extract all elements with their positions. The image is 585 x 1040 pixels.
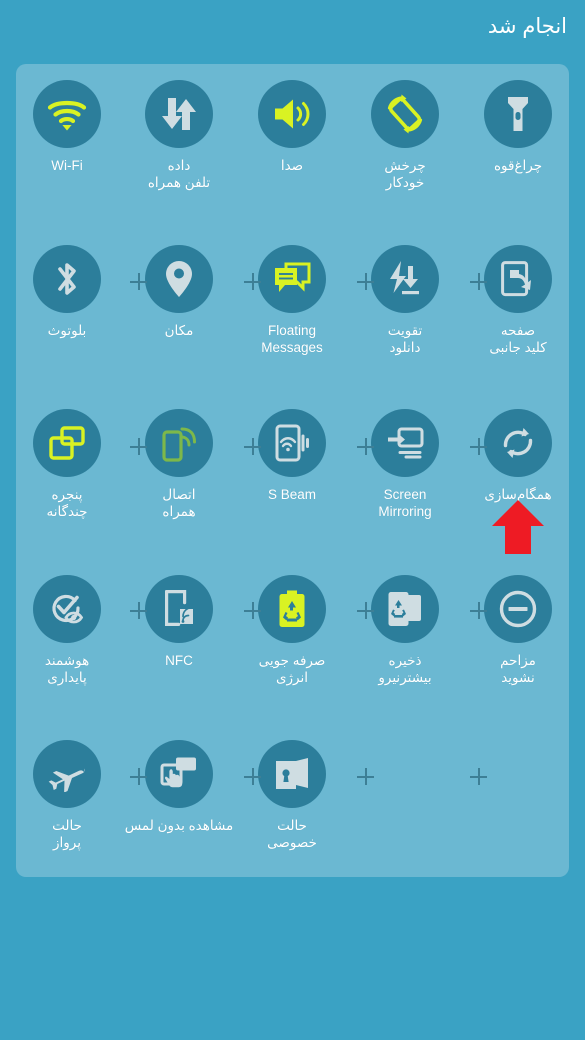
quick-setting-tile-mobile-data[interactable]: داده تلفن همراه [124,80,234,191]
tile-label-side-key-panel: صفحه کلید جانبی [489,323,547,355]
do-not-disturb-icon[interactable] [484,575,552,643]
quick-setting-tile-air-view[interactable]: مشاهده بدون لمس [124,740,234,834]
tile-label-location: مکان [164,323,194,338]
grid-separator-plus-icon [357,438,374,455]
floating-messages-icon[interactable] [258,245,326,313]
quick-setting-tile-smart-stay[interactable]: هوشمند پایداری [12,575,122,686]
done-button[interactable]: انجام شد [488,14,567,40]
tile-label-floating-messages: Floating Messages [261,323,323,355]
sound-icon[interactable] [258,80,326,148]
tile-label-power-saving: صرفه جویی انرژی [258,653,326,685]
screen-mirroring-icon[interactable] [371,409,439,477]
airplane-icon[interactable] [33,740,101,808]
quick-setting-tile-location[interactable]: مکان [124,245,234,339]
quick-setting-tile-nfc[interactable]: NFC [124,575,234,669]
quick-setting-tile-sound[interactable]: صدا [237,80,347,174]
side-key-panel-icon[interactable] [484,245,552,313]
quick-setting-tile-flashlight[interactable]: چراغ‌قوه [463,80,573,174]
grid-separator-plus-icon [357,768,374,785]
sync-icon[interactable] [484,409,552,477]
grid-separator-plus-icon [357,602,374,619]
tile-label-download-booster: تقویت دانلود [387,323,423,355]
quick-setting-tile-download-booster[interactable]: تقویت دانلود [350,245,460,356]
flashlight-icon[interactable] [484,80,552,148]
grid-separator-plus-icon [244,438,261,455]
tile-label-sound: صدا [280,158,304,173]
battery-recycle-icon[interactable] [258,575,326,643]
tile-label-mobile-hotspot: اتصال همراه [162,487,196,519]
tile-label-s-beam: S Beam [267,487,317,502]
nfc-icon[interactable] [145,575,213,643]
ultra-power-saving-icon[interactable] [371,575,439,643]
tile-label-private-mode: حالت خصوصی [267,818,317,850]
auto-rotate-icon[interactable] [371,80,439,148]
quick-setting-tile-power-saving[interactable]: صرفه جویی انرژی [237,575,347,686]
s-beam-icon[interactable] [258,409,326,477]
grid-separator-plus-icon [244,768,261,785]
quick-setting-tile-multi-window[interactable]: پنجره چندگانه [12,409,122,520]
quick-setting-tile-wifi[interactable]: Wi-Fi [12,80,122,174]
quick-setting-tile-airplane-mode[interactable]: حالت پرواز [12,740,122,851]
tile-label-air-view: مشاهده بدون لمس [124,818,234,833]
quick-setting-tile-bluetooth[interactable]: بلوتوث [12,245,122,339]
quick-setting-tile-ultra-power-saving[interactable]: ذخیره بیشترنیرو [350,575,460,686]
quick-setting-tile-private-mode[interactable]: حالت خصوصی [237,740,347,851]
tile-label-mobile-data: داده تلفن همراه [147,158,211,190]
private-mode-icon[interactable] [258,740,326,808]
grid-separator-plus-icon [470,273,487,290]
tile-label-flashlight: چراغ‌قوه [493,158,543,173]
download-booster-icon[interactable] [371,245,439,313]
mobile-hotspot-icon[interactable] [145,409,213,477]
tile-label-multi-window: پنجره چندگانه [46,487,88,519]
quick-setting-tile-sync[interactable]: همگام‌سازی [463,409,573,503]
grid-separator-plus-icon [130,768,147,785]
mobile-data-icon[interactable] [145,80,213,148]
quick-setting-tile-auto-rotate[interactable]: چرخش خودکار [350,80,460,191]
tile-label-auto-rotate: چرخش خودکار [384,158,426,190]
grid-separator-plus-icon [244,273,261,290]
tile-label-bluetooth: بلوتوث [47,323,87,338]
tile-label-smart-stay: هوشمند پایداری [44,653,90,685]
tile-label-ultra-power-saving: ذخیره بیشترنیرو [378,653,432,685]
grid-separator-plus-icon [470,602,487,619]
status-header: انجام شد [0,0,585,64]
quick-settings-grid: Wi-Fi داده تلفن همراه صدا چرخش خودکار چر… [16,64,569,877]
quick-settings-panel: Wi-Fi داده تلفن همراه صدا چرخش خودکار چر… [16,64,569,877]
smart-stay-icon[interactable] [33,575,101,643]
grid-separator-plus-icon [470,768,487,785]
grid-separator-plus-icon [470,438,487,455]
multi-window-icon[interactable] [33,409,101,477]
quick-setting-tile-screen-mirroring[interactable]: Screen Mirroring [350,409,460,520]
grid-separator-plus-icon [244,602,261,619]
grid-separator-plus-icon [357,273,374,290]
bluetooth-icon[interactable] [33,245,101,313]
grid-separator-plus-icon [130,438,147,455]
wifi-icon[interactable] [33,80,101,148]
grid-separator-plus-icon [130,273,147,290]
tile-label-wifi: Wi-Fi [51,158,83,173]
location-pin-icon[interactable] [145,245,213,313]
red-up-arrow-icon [492,500,544,554]
tile-label-nfc: NFC [165,653,193,668]
air-view-icon[interactable] [145,740,213,808]
quick-setting-tile-side-key-panel[interactable]: صفحه کلید جانبی [463,245,573,356]
tile-label-airplane-mode: حالت پرواز [52,818,82,850]
tile-label-screen-mirroring: Screen Mirroring [378,487,432,519]
quick-setting-tile-floating-messages[interactable]: Floating Messages [237,245,347,356]
quick-setting-tile-s-beam[interactable]: S Beam [237,409,347,503]
quick-setting-tile-mobile-hotspot[interactable]: اتصال همراه [124,409,234,520]
tile-label-do-not-disturb: مزاحم نشوید [500,653,536,685]
quick-setting-tile-do-not-disturb[interactable]: مزاحم نشوید [463,575,573,686]
grid-separator-plus-icon [130,602,147,619]
